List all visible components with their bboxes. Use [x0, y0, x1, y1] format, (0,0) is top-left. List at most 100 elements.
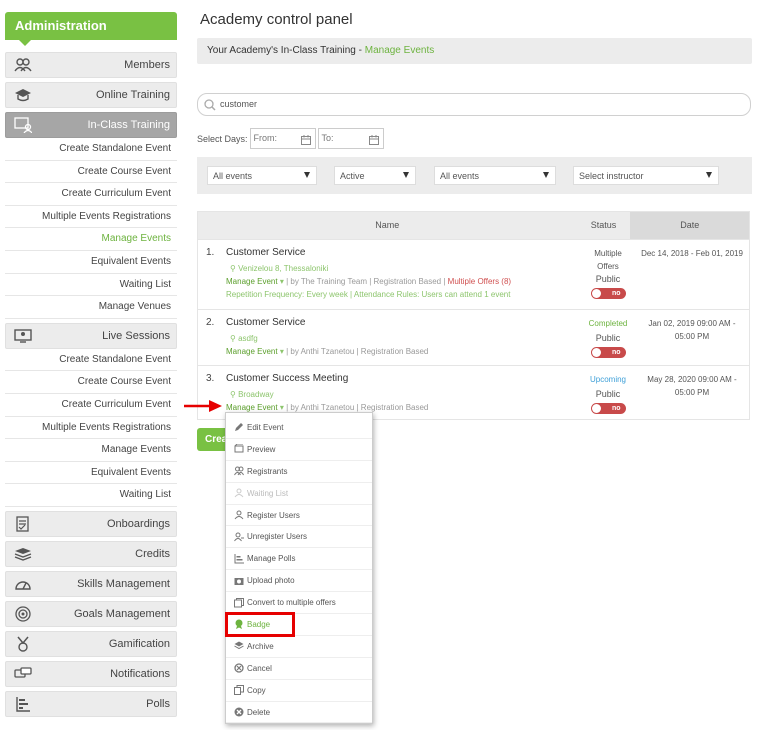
menu-item-unregister-users[interactable]: Unregister Users [226, 526, 372, 549]
submenu-manage-venues[interactable]: Manage Venues [5, 296, 177, 319]
sidebar-item-live-sessions[interactable]: Live Sessions [5, 322, 177, 349]
column-header-name[interactable]: Name [198, 212, 577, 239]
delete-icon [233, 707, 244, 718]
public-toggle[interactable]: no [590, 288, 626, 299]
events-table: Name Status Date 1. Customer Service ⚲ V… [197, 211, 750, 420]
submenu-multiple-events-registrations[interactable]: Multiple Events Registrations [5, 206, 177, 229]
menu-item-registrants[interactable]: Registrants [226, 461, 372, 483]
menu-item-copy[interactable]: Copy [226, 680, 372, 702]
event-type-select[interactable]: All events [207, 166, 317, 185]
column-header-date[interactable]: Date [630, 212, 749, 239]
live-sessions-submenu: Create Standalone Event Create Course Ev… [5, 349, 177, 507]
menu-item-delete[interactable]: Delete [226, 702, 372, 724]
sidebar-item-notifications[interactable]: Notifications [5, 660, 177, 687]
pin-icon: ⚲ [230, 334, 239, 343]
menu-item-label: Copy [247, 685, 266, 695]
administration-header[interactable]: Administration [5, 12, 177, 46]
meta-text: | by Anthi Tzanetou | Registration Based [283, 403, 429, 412]
menu-item-preview[interactable]: Preview [226, 439, 372, 461]
status-text: Upcoming [589, 375, 626, 384]
submenu-create-standalone-event[interactable]: Create Standalone Event [5, 349, 177, 372]
medal-icon [12, 635, 34, 653]
convert-icon [233, 597, 244, 608]
status-cell: Multiple Offers Public no [581, 247, 635, 299]
select-value: All events [213, 171, 253, 181]
menu-item-edit-event[interactable]: Edit Event [226, 417, 372, 439]
submenu-create-curriculum-event[interactable]: Create Curriculum Event [5, 183, 177, 206]
bar-chart-icon [12, 695, 34, 713]
sidebar-item-in-class-training[interactable]: In-Class Training [5, 112, 177, 138]
to-placeholder: To: [321, 133, 334, 143]
submenu-create-course-event[interactable]: Create Course Event [5, 161, 177, 184]
menu-item-label: Register Users [247, 510, 300, 520]
sidebar-item-label: Notifications [110, 667, 170, 680]
table-row: 1. Customer Service ⚲ Venizelou 8, Thess… [198, 239, 749, 309]
select-days-label: Select Days: [197, 133, 248, 144]
location-text: Broadway [238, 390, 274, 399]
menu-item-archive[interactable]: Archive [226, 636, 372, 658]
submenu-create-standalone-event[interactable]: Create Standalone Event [5, 138, 177, 161]
classroom-icon [12, 116, 34, 134]
breadcrumb-link[interactable]: Manage Events [365, 45, 435, 56]
event-name[interactable]: Customer Service [226, 247, 305, 258]
row-number: 2. [206, 317, 215, 328]
camera-icon [233, 575, 244, 586]
submenu-manage-events[interactable]: Manage Events [5, 439, 177, 462]
event-name[interactable]: Customer Service [226, 317, 305, 328]
submenu-multiple-events-registrations[interactable]: Multiple Events Registrations [5, 417, 177, 440]
manage-event-dropdown[interactable]: Manage Event [226, 403, 278, 412]
sidebar-item-members[interactable]: Members [5, 52, 177, 78]
submenu-equivalent-events[interactable]: Equivalent Events [5, 251, 177, 274]
event-location: ⚲ Broadway [230, 390, 274, 399]
from-date-input[interactable]: From: [249, 128, 316, 149]
search-input[interactable]: customer [197, 93, 751, 116]
instructor-select[interactable]: Select instructor [573, 166, 719, 185]
submenu-waiting-list[interactable]: Waiting List [5, 484, 177, 507]
table-header: Name Status Date [198, 212, 749, 239]
pencil-icon [233, 422, 244, 433]
cancel-icon [233, 663, 244, 674]
sidebar-item-online-training[interactable]: Online Training [5, 82, 177, 108]
menu-item-convert-multiple-offers[interactable]: Convert to multiple offers [226, 592, 372, 615]
date-end: 05:00 PM [674, 388, 710, 397]
event-name[interactable]: Customer Success Meeting [226, 373, 348, 384]
manage-event-dropdown[interactable]: Manage Event [226, 347, 278, 356]
chat-icon [12, 665, 34, 683]
status-cell: Upcoming Public no [581, 373, 635, 414]
sidebar-item-credits[interactable]: Credits [5, 540, 177, 567]
select-days: Select Days: From: To: [197, 128, 384, 149]
sidebar-item-onboardings[interactable]: Onboardings [5, 510, 177, 537]
sidebar-item-polls[interactable]: Polls [5, 690, 177, 717]
to-date-input[interactable]: To: [317, 128, 384, 152]
menu-item-register-users[interactable]: Register Users [226, 505, 372, 527]
manage-event-dropdown[interactable]: Manage Event [226, 277, 278, 286]
submenu-equivalent-events[interactable]: Equivalent Events [5, 462, 177, 485]
menu-item-manage-polls[interactable]: Manage Polls [226, 548, 372, 571]
chevron-down-icon [403, 172, 409, 178]
active-status-select[interactable]: Active [334, 166, 416, 185]
sidebar-item-goals-management[interactable]: Goals Management [5, 600, 177, 627]
event-scope-select[interactable]: All events [434, 166, 556, 185]
sidebar-nav: Members Online Training In-Class Trainin… [5, 52, 177, 717]
public-toggle[interactable]: no [590, 347, 626, 358]
in-class-submenu: Create Standalone Event Create Course Ev… [5, 138, 177, 319]
submenu-create-curriculum-event[interactable]: Create Curriculum Event [5, 394, 177, 417]
menu-item-cancel[interactable]: Cancel [226, 658, 372, 680]
submenu-waiting-list[interactable]: Waiting List [5, 274, 177, 297]
submenu-create-course-event[interactable]: Create Course Event [5, 371, 177, 394]
menu-item-upload-photo[interactable]: Upload photo [226, 570, 372, 593]
public-toggle[interactable]: no [590, 403, 626, 414]
menu-item-waiting-list: Waiting List [226, 483, 372, 505]
column-header-status[interactable]: Status [577, 212, 631, 239]
pin-icon: ⚲ [230, 264, 239, 273]
sidebar-item-gamification[interactable]: Gamification [5, 630, 177, 657]
multiple-offers-link[interactable]: Multiple Offers (8) [448, 277, 511, 286]
sidebar-item-label: Gamification [108, 637, 170, 650]
location-text: Venizelou 8, Thessaloniki [238, 264, 329, 273]
sidebar-item-skills-management[interactable]: Skills Management [5, 570, 177, 597]
submenu-manage-events[interactable]: Manage Events [5, 228, 177, 251]
members-icon [12, 56, 34, 74]
calendar-icon [368, 133, 379, 152]
sidebar: Administration Members Online Training I… [5, 12, 177, 721]
visibility-text: Public [595, 274, 621, 284]
